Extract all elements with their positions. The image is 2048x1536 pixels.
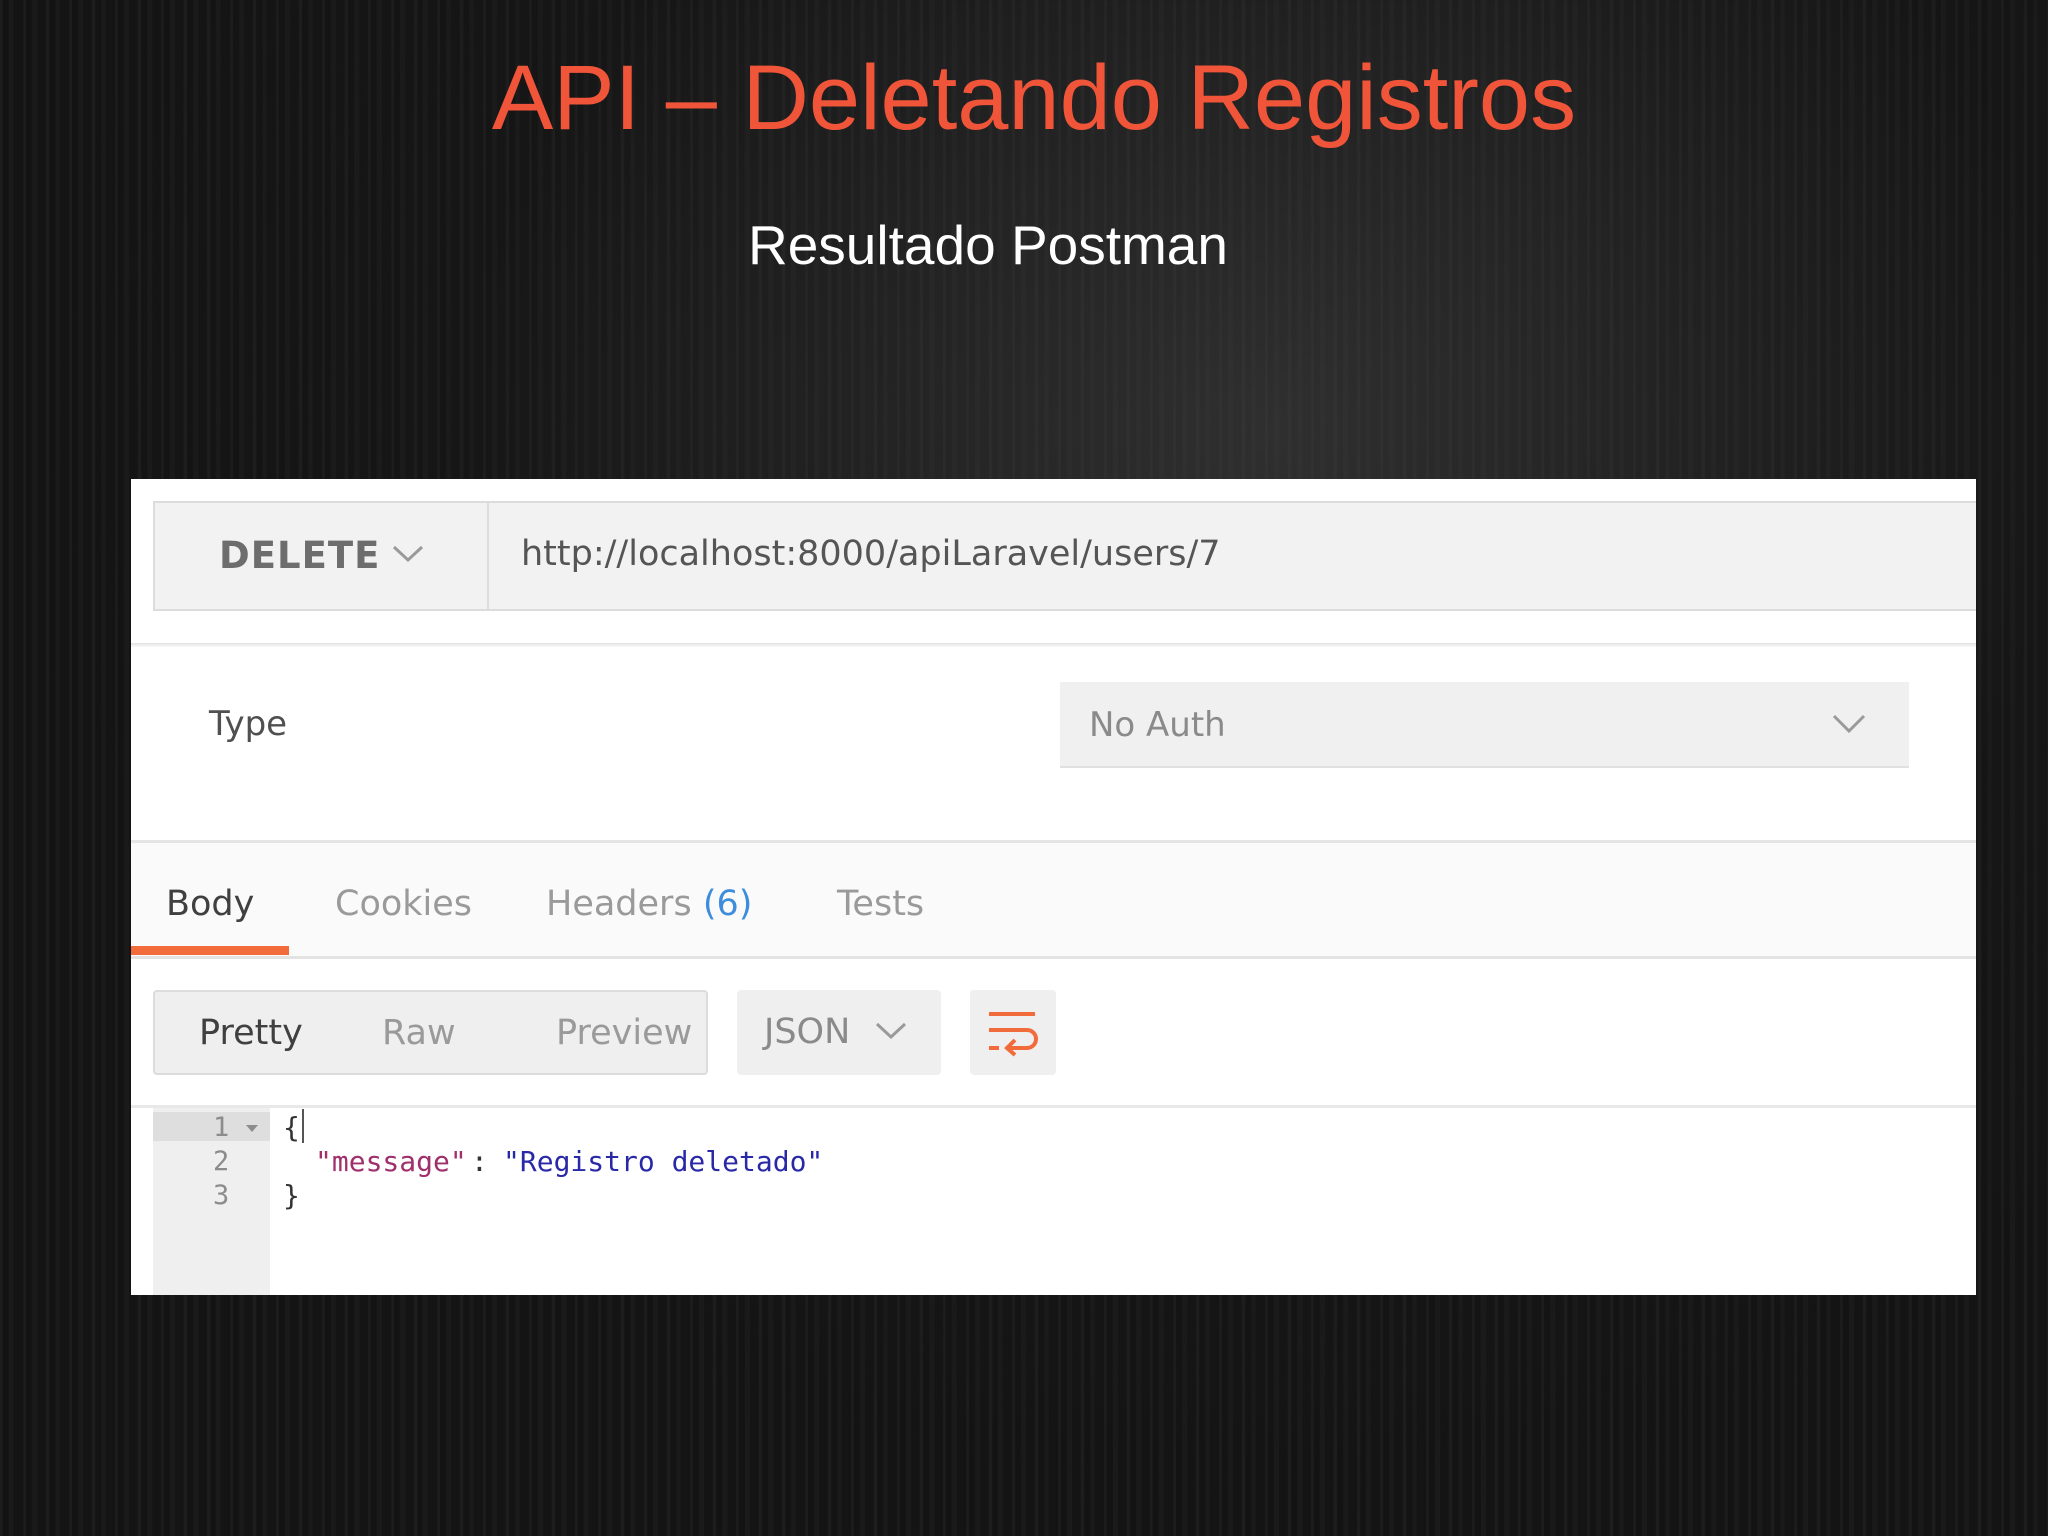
view-mode-group: Pretty Raw Preview — [153, 990, 708, 1075]
json-open-brace: { — [283, 1111, 300, 1144]
chevron-down-icon — [1832, 714, 1866, 734]
line-number: 2 — [213, 1146, 230, 1177]
request-bar: DELETE http://localhost:8000/apiLaravel/… — [153, 501, 1976, 611]
active-tab-indicator — [131, 946, 289, 955]
chevron-down-icon — [875, 1022, 907, 1040]
chevron-down-icon — [392, 545, 424, 563]
wrap-lines-button[interactable] — [970, 990, 1056, 1075]
tab-headers[interactable]: Headers (6) — [546, 887, 752, 922]
tab-cookies[interactable]: Cookies — [335, 887, 472, 922]
view-mode-pretty[interactable]: Pretty — [199, 1016, 303, 1051]
wrap-lines-icon — [989, 1012, 1038, 1057]
auth-type-value: No Auth — [1089, 705, 1226, 745]
line-number-gutter: 1 2 3 — [153, 1108, 270, 1295]
line-number: 1 — [213, 1112, 230, 1143]
json-key: "message" — [315, 1145, 467, 1178]
auth-type-label: Type — [209, 704, 288, 744]
json-close-brace: } — [283, 1179, 300, 1212]
method-select[interactable]: DELETE — [155, 503, 489, 609]
divider — [131, 643, 1976, 647]
json-colon: : — [471, 1145, 488, 1178]
url-input[interactable]: http://localhost:8000/apiLaravel/users/7 — [521, 537, 1221, 572]
postman-screenshot: DELETE http://localhost:8000/apiLaravel/… — [131, 479, 1976, 1295]
format-value: JSON — [764, 1012, 851, 1052]
tab-tests[interactable]: Tests — [837, 887, 924, 922]
slide-title: API – Deletando Registros — [491, 47, 1577, 149]
text-cursor — [302, 1109, 304, 1143]
tab-headers-label: Headers — [546, 884, 692, 924]
format-select[interactable]: JSON — [737, 990, 941, 1075]
divider — [131, 1105, 1976, 1108]
line-number: 3 — [213, 1180, 230, 1211]
slide-subtitle: Resultado Postman — [748, 214, 1228, 276]
view-mode-preview[interactable]: Preview — [556, 1016, 692, 1051]
method-label: DELETE — [219, 534, 381, 577]
fold-triangle-icon[interactable] — [245, 1124, 259, 1134]
divider — [131, 956, 1976, 959]
headers-count-badge: (6) — [702, 884, 753, 924]
json-value: "Registro deletado" — [503, 1145, 824, 1178]
view-mode-raw[interactable]: Raw — [382, 1016, 456, 1051]
tab-body[interactable]: Body — [166, 887, 254, 922]
auth-type-select[interactable]: No Auth — [1060, 682, 1909, 768]
